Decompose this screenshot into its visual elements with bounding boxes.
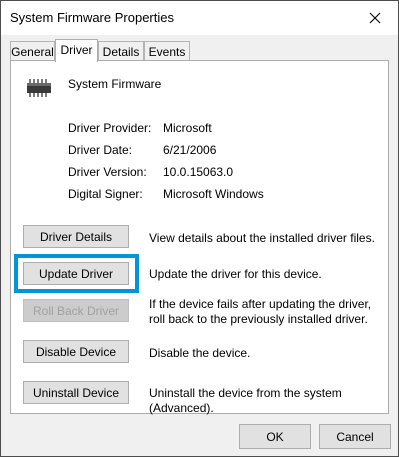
driver-tab-panel: System Firmware Driver Provider: Microso…	[10, 60, 389, 415]
roll-back-driver-button: Roll Back Driver	[23, 299, 129, 322]
cancel-button[interactable]: Cancel	[319, 424, 391, 449]
close-button[interactable]	[352, 1, 398, 34]
tab-label: Details	[102, 45, 140, 59]
digital-signer-label: Digital Signer:	[68, 187, 143, 201]
roll-back-driver-description: If the device fails after updating the d…	[149, 297, 372, 326]
disable-device-button[interactable]: Disable Device	[23, 340, 129, 363]
window-title: System Firmware Properties	[10, 10, 174, 25]
device-name: System Firmware	[68, 77, 162, 91]
tab-general[interactable]: General	[10, 41, 55, 61]
driver-provider-value: Microsoft	[163, 121, 212, 135]
update-driver-description: Update the driver for this device.	[149, 267, 322, 281]
disable-device-description: Disable the device.	[149, 346, 251, 360]
driver-date-value: 6/21/2006	[163, 143, 217, 157]
title-bar: System Firmware Properties	[1, 1, 398, 35]
driver-version-value: 10.0.15063.0	[163, 165, 234, 179]
digital-signer-value: Microsoft Windows	[163, 187, 264, 201]
driver-details-button[interactable]: Driver Details	[23, 225, 129, 248]
driver-version-label: Driver Version:	[68, 165, 147, 179]
driver-details-description: View details about the installed driver …	[149, 231, 375, 245]
uninstall-device-description: Uninstall the device from the system (Ad…	[149, 386, 342, 415]
properties-dialog: System Firmware Properties General Drive…	[0, 0, 399, 457]
uninstall-device-button[interactable]: Uninstall Device	[23, 381, 129, 404]
tab-events[interactable]: Events	[144, 41, 190, 61]
update-driver-button[interactable]: Update Driver	[23, 262, 129, 285]
tab-driver[interactable]: Driver	[55, 39, 98, 62]
tab-label: Events	[148, 45, 186, 59]
driver-provider-label: Driver Provider:	[68, 121, 152, 135]
tab-label: General	[11, 45, 54, 59]
tab-label: Driver	[60, 43, 93, 57]
tab-details[interactable]: Details	[98, 41, 144, 61]
close-icon	[369, 12, 381, 23]
driver-date-label: Driver Date:	[68, 143, 133, 157]
ok-button[interactable]: OK	[239, 424, 311, 449]
chip-icon	[27, 79, 51, 97]
